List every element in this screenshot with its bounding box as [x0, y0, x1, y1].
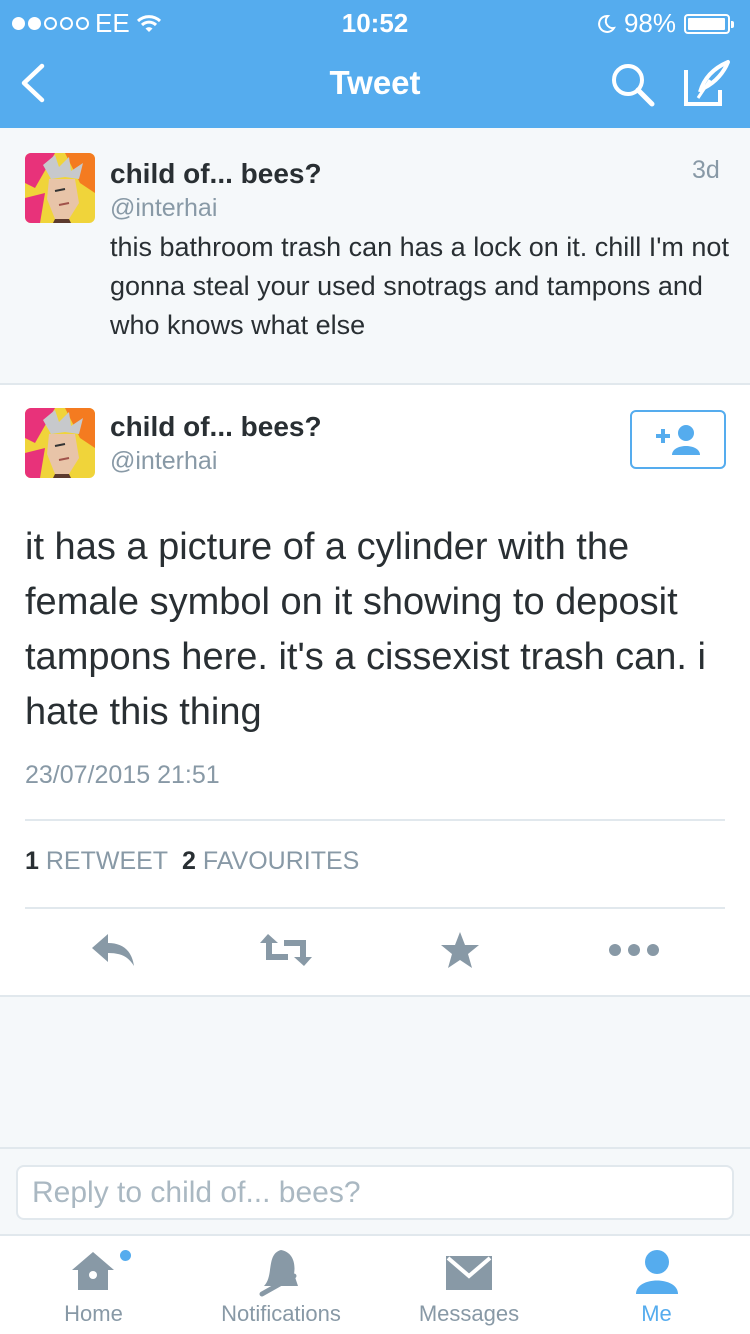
tab-label: Me — [641, 1301, 672, 1326]
reply-input[interactable] — [16, 1165, 734, 1220]
tab-home[interactable]: Home — [0, 1236, 187, 1334]
previous-tweet[interactable]: child of... bees? @interhai 3d this bath… — [0, 128, 750, 385]
reply-bar — [0, 1147, 750, 1236]
nav-bar: Tweet — [0, 40, 750, 128]
author-handle: @interhai — [110, 194, 218, 222]
reply-button[interactable] — [86, 927, 142, 973]
tweet-age: 3d — [692, 156, 720, 184]
reply-icon — [92, 934, 134, 966]
envelope-icon — [446, 1256, 492, 1290]
tweet-text: this bathroom trash can has a lock on it… — [110, 232, 729, 340]
retweet-button[interactable] — [258, 927, 314, 973]
tweet-text: it has a picture of a cylinder with the … — [25, 526, 706, 733]
main-tweet: child of... bees? @interhai it has a pic… — [0, 385, 750, 997]
compose-icon[interactable] — [680, 58, 734, 110]
moon-icon — [598, 14, 616, 33]
author-name[interactable]: child of... bees? — [110, 158, 322, 190]
tab-label: Notifications — [221, 1301, 341, 1326]
avatar[interactable] — [25, 408, 95, 478]
tab-label: Messages — [418, 1301, 520, 1326]
battery-fill — [688, 17, 726, 30]
avatar-image — [25, 153, 95, 223]
bell-icon — [259, 1250, 298, 1297]
divider — [25, 819, 725, 821]
more-button[interactable] — [606, 927, 662, 973]
retweet-icon — [260, 934, 312, 966]
star-icon — [441, 932, 479, 968]
follow-button[interactable] — [630, 410, 726, 469]
favourite-button[interactable] — [432, 927, 488, 973]
home-icon — [72, 1252, 114, 1290]
battery-icon — [684, 13, 734, 34]
battery-percent: 98% — [623, 8, 676, 38]
tab-notifications[interactable]: Notifications — [187, 1236, 375, 1334]
add-user-icon — [656, 424, 700, 455]
tab-bar: Home Notifications Messages Me — [0, 1236, 750, 1334]
header: EE 10:52 98% Tweet — [0, 0, 750, 128]
tweet-stats: 1 RETWEET 2 FAVOURITES — [25, 847, 359, 876]
tab-me[interactable]: Me — [563, 1236, 750, 1334]
search-icon[interactable] — [608, 60, 658, 110]
tab-messages[interactable]: Messages — [375, 1236, 563, 1334]
retweet-stat[interactable]: 1 RETWEET — [25, 847, 168, 875]
avatar-image — [25, 408, 95, 478]
notification-dot — [120, 1250, 131, 1261]
avatar[interactable] — [25, 153, 95, 223]
person-icon — [635, 1250, 678, 1294]
tab-label: Home — [64, 1301, 123, 1326]
tweet-actions — [0, 915, 750, 985]
tweet-timestamp: 23/07/2015 21:51 — [25, 761, 220, 789]
status-right: 98% — [596, 8, 734, 39]
more-icon — [609, 944, 659, 956]
favourite-stat[interactable]: 2 FAVOURITES — [182, 847, 359, 875]
author-handle: @interhai — [110, 447, 218, 475]
author-name[interactable]: child of... bees? — [110, 411, 322, 443]
status-bar: EE 10:52 98% — [0, 0, 750, 40]
divider — [25, 907, 725, 909]
